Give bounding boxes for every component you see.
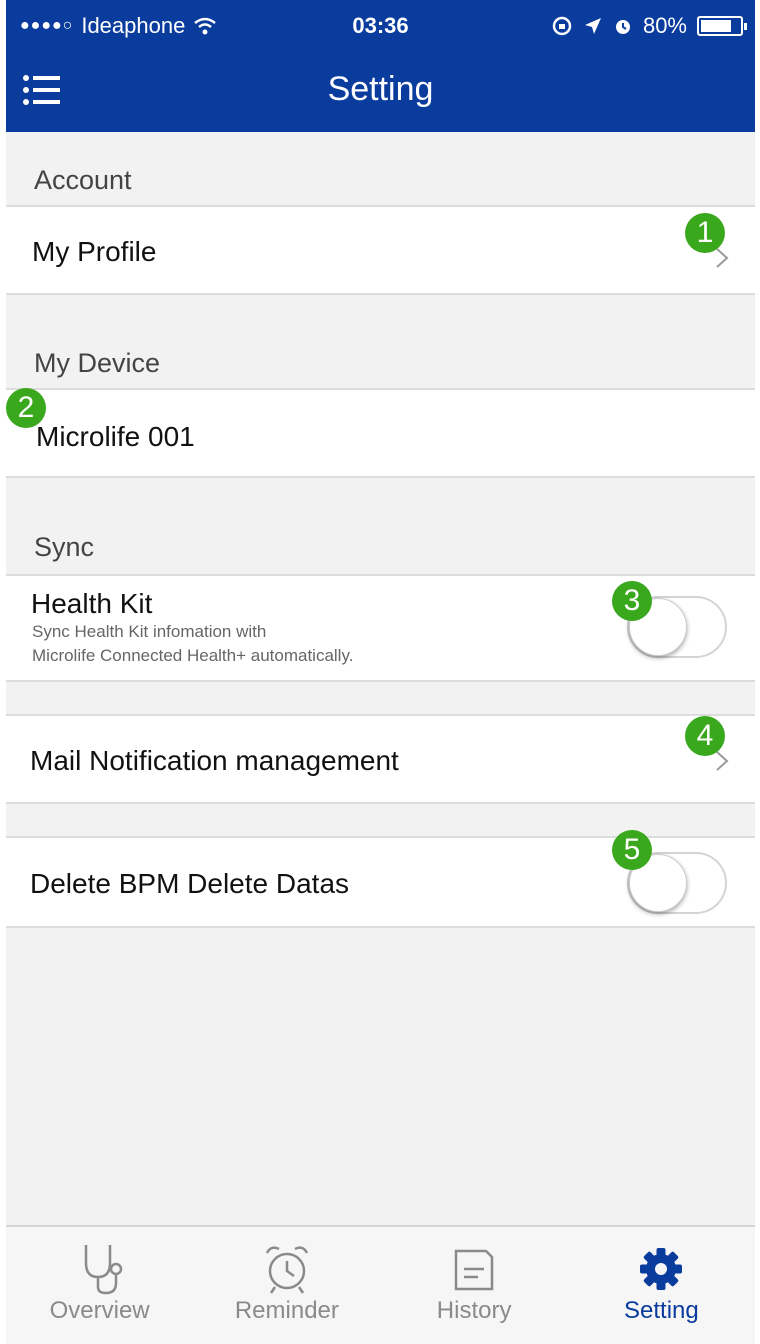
device-row[interactable]: Microlife 001	[6, 388, 755, 478]
delete-data-label: Delete BPM Delete Datas	[30, 868, 350, 899]
location-arrow-icon	[584, 18, 601, 34]
chevron-right-icon	[716, 248, 729, 268]
nav-bar: Setting	[6, 52, 755, 132]
callout-badge-2: 2	[6, 388, 46, 428]
tab-label: History	[436, 1297, 512, 1324]
app-screen: ●●●●○ Ideaphone 03:36 80% Setting Accoun…	[6, 0, 755, 1344]
mail-notification-row[interactable]: Mail Notification management	[6, 714, 755, 804]
my-profile-row[interactable]: My Profile	[6, 205, 755, 295]
status-right: 80%	[551, 13, 747, 39]
tab-label: Setting	[624, 1297, 699, 1324]
callout-badge-4: 4	[685, 716, 725, 756]
alarm-clock-icon	[265, 1246, 308, 1294]
alarm-status-icon	[615, 20, 630, 34]
health-kit-description-line2: Microlife Connected Health+ automaticall…	[32, 646, 354, 665]
top-bar: ●●●●○ Ideaphone 03:36 80% Setting	[6, 0, 755, 132]
tab-label: Overview	[49, 1297, 150, 1324]
tab-setting[interactable]: Setting	[568, 1227, 755, 1344]
callout-badge-5: 5	[612, 830, 652, 870]
health-kit-title: Health Kit	[31, 588, 153, 619]
document-icon	[454, 1249, 494, 1291]
callout-badge-1: 1	[685, 213, 725, 253]
tab-label: Reminder	[234, 1297, 339, 1324]
tab-history[interactable]: History	[381, 1227, 568, 1344]
section-label-device: My Device	[34, 348, 161, 378]
gear-icon	[640, 1248, 683, 1290]
orientation-lock-icon	[552, 16, 572, 36]
stethoscope-icon	[84, 1245, 122, 1295]
tab-reminder[interactable]: Reminder	[193, 1227, 380, 1344]
my-profile-label: My Profile	[32, 236, 157, 267]
device-name: Microlife 001	[36, 421, 195, 452]
mail-notification-label: Mail Notification management	[30, 745, 399, 776]
chevron-right-icon	[716, 751, 729, 771]
tab-overview[interactable]: Overview	[6, 1227, 193, 1344]
status-bar: ●●●●○ Ideaphone 03:36 80%	[6, 0, 755, 52]
battery-percent: 80%	[642, 13, 687, 38]
section-label-account: Account	[34, 165, 132, 195]
callout-badge-3: 3	[612, 581, 652, 621]
page-title: Setting	[327, 70, 434, 108]
section-label-sync: Sync	[34, 532, 95, 562]
tab-bar: Overview Reminder History Setting	[6, 1225, 755, 1344]
health-kit-description-line1: Sync Health Kit infomation with	[32, 622, 267, 641]
battery-icon	[697, 16, 747, 36]
